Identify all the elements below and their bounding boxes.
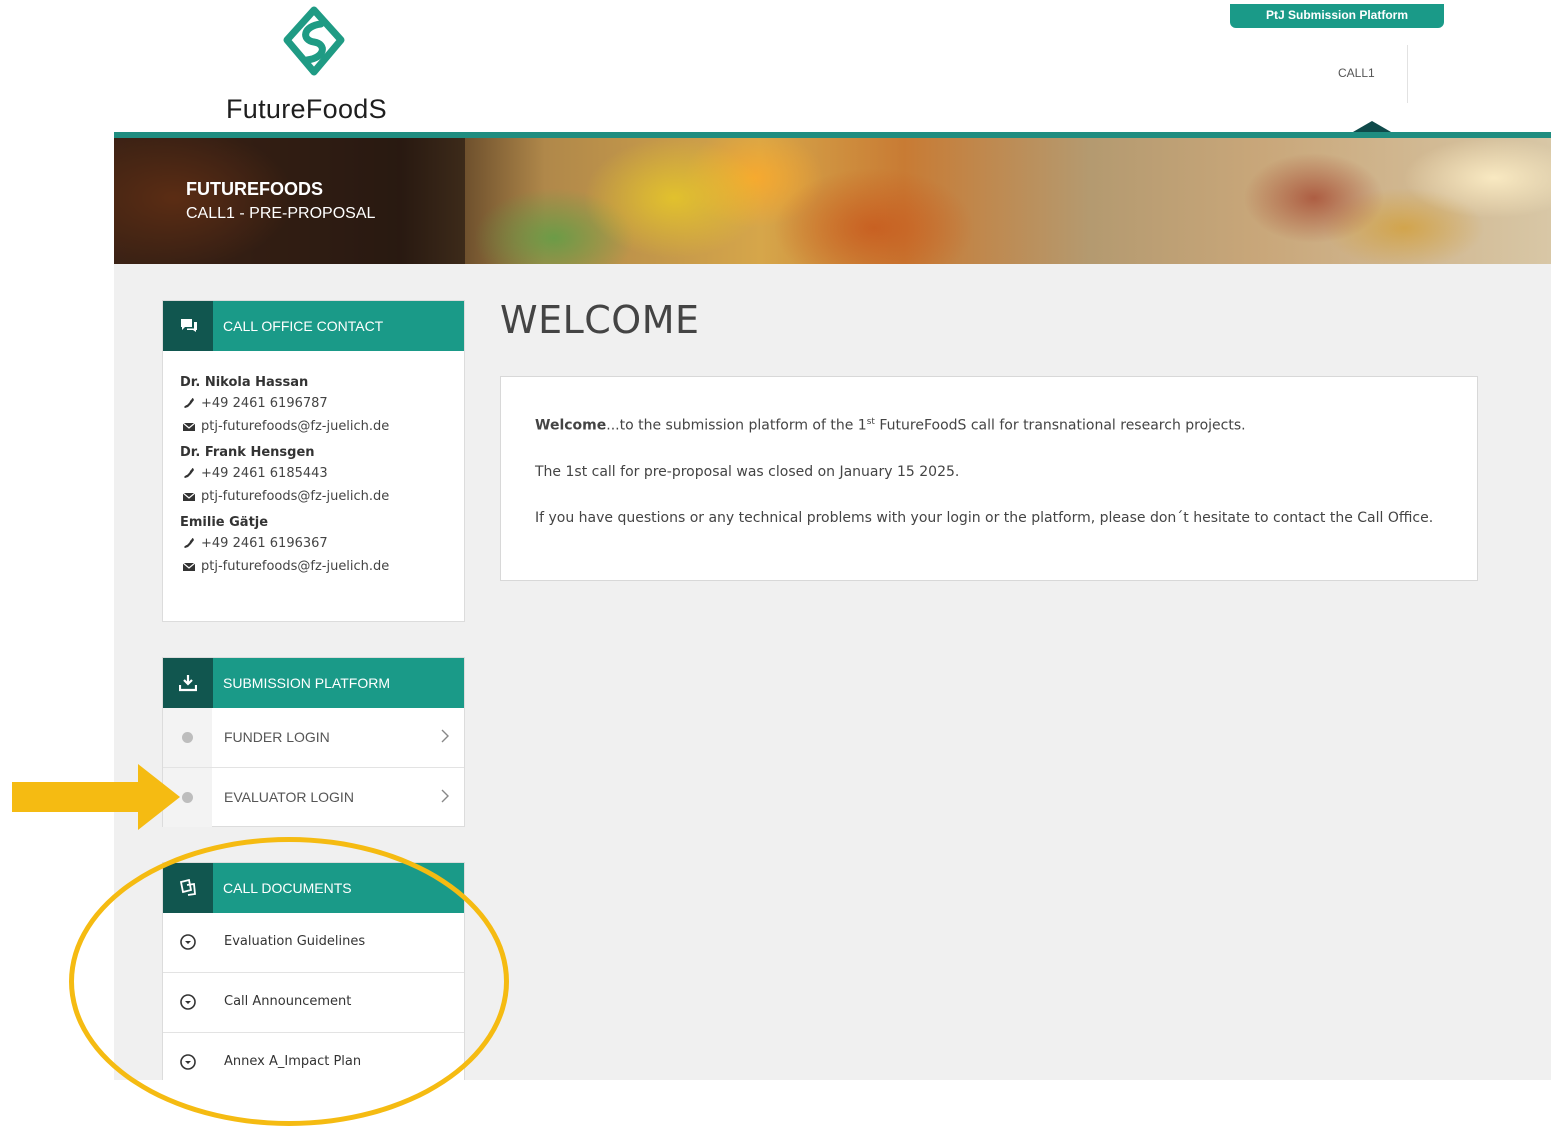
contact-phone-row[interactable]: +49 2461 6196367 xyxy=(183,535,464,553)
contact-email-row[interactable]: ptj-futurefoods@fz-juelich.de xyxy=(182,488,464,506)
bullet-dot-icon xyxy=(182,732,193,743)
chat-icon xyxy=(181,319,197,332)
chevron-right-icon xyxy=(441,789,449,803)
mail-icon xyxy=(182,562,196,571)
page-title: WELCOME xyxy=(500,298,700,342)
contact-entry: Dr. Frank Hensgen +49 2461 6185443 ptj-f… xyxy=(180,445,464,506)
bullet-dot-icon xyxy=(182,792,193,803)
contact-panel: CALL OFFICE CONTACT Dr. Nikola Hassan +4… xyxy=(162,300,465,622)
welcome-box: Welcome...to the submission platform of … xyxy=(500,376,1478,581)
platform-badge[interactable]: PtJ Submission Platform xyxy=(1230,4,1444,28)
contact-name: Emilie Gätje xyxy=(180,515,269,530)
welcome-intro: Welcome...to the submission platform of … xyxy=(535,417,1246,434)
phone-icon xyxy=(184,398,194,408)
contact-phone: +49 2461 6196787 xyxy=(201,396,328,411)
contact-list: Dr. Nikola Hassan +49 2461 6196787 ptj-f… xyxy=(163,351,464,576)
contact-email: ptj-futurefoods@fz-juelich.de xyxy=(201,559,390,574)
banner-subtitle: CALL1 - PRE-PROPOSAL xyxy=(186,205,376,222)
contact-email: ptj-futurefoods@fz-juelich.de xyxy=(201,489,390,504)
contact-phone: +49 2461 6185443 xyxy=(201,466,328,481)
contact-entry: Dr. Nikola Hassan +49 2461 6196787 ptj-f… xyxy=(180,375,464,436)
submission-panel-title: SUBMISSION PLATFORM xyxy=(223,675,390,691)
banner-title: FUTUREFOODS xyxy=(186,179,323,199)
phone-icon xyxy=(184,468,194,478)
contact-name: Dr. Frank Hensgen xyxy=(180,445,315,460)
help-text: If you have questions or any technical p… xyxy=(535,509,1434,526)
annotation-circle xyxy=(69,837,509,1126)
contact-panel-header: CALL OFFICE CONTACT xyxy=(163,301,464,351)
panel-icon-box xyxy=(163,301,213,351)
nav-item-call1[interactable]: CALL1 xyxy=(1338,66,1375,80)
phone-icon xyxy=(184,538,194,548)
welcome-bold: Welcome xyxy=(535,417,607,434)
submission-panel: SUBMISSION PLATFORM FUNDER LOGIN EVALUAT… xyxy=(162,657,465,827)
submission-panel-header: SUBMISSION PLATFORM xyxy=(163,658,464,708)
annotation-arrow-icon xyxy=(12,764,180,830)
contact-phone: +49 2461 6196367 xyxy=(201,536,328,551)
contact-email-row[interactable]: ptj-futurefoods@fz-juelich.de xyxy=(182,418,464,436)
panel-icon-box xyxy=(163,658,213,708)
banner-overlay xyxy=(114,138,465,264)
contact-phone-row[interactable]: +49 2461 6185443 xyxy=(183,465,464,483)
contact-panel-title: CALL OFFICE CONTACT xyxy=(223,318,384,334)
logo-text: FutureFoodS xyxy=(226,94,387,124)
closed-notice: The 1st call for pre-proposal was closed… xyxy=(535,463,960,480)
login-label: EVALUATOR LOGIN xyxy=(224,789,354,805)
chevron-right-icon xyxy=(441,729,449,743)
hero-banner: FUTUREFOODS CALL1 - PRE-PROPOSAL xyxy=(114,132,1551,264)
login-label: FUNDER LOGIN xyxy=(224,729,330,745)
logo[interactable]: FutureFoodS xyxy=(226,6,402,126)
download-tray-icon xyxy=(179,675,197,692)
futurefoods-logo-icon xyxy=(283,6,345,76)
contact-email: ptj-futurefoods@fz-juelich.de xyxy=(201,419,390,434)
contact-email-row[interactable]: ptj-futurefoods@fz-juelich.de xyxy=(182,558,464,576)
contact-phone-row[interactable]: +49 2461 6196787 xyxy=(183,395,464,413)
funder-login-link[interactable]: FUNDER LOGIN xyxy=(163,708,464,767)
evaluator-login-link[interactable]: EVALUATOR LOGIN xyxy=(163,767,464,827)
nav-divider xyxy=(1407,45,1408,103)
mail-icon xyxy=(182,492,196,501)
contact-name: Dr. Nikola Hassan xyxy=(180,375,309,390)
contact-entry: Emilie Gätje +49 2461 6196367 ptj-future… xyxy=(180,515,464,576)
mail-icon xyxy=(182,422,196,431)
